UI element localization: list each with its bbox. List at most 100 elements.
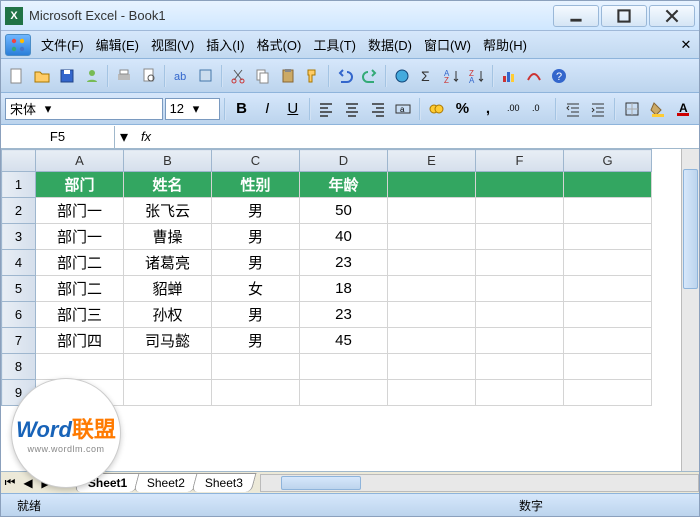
cell[interactable] xyxy=(564,302,652,328)
cell[interactable] xyxy=(36,354,124,380)
col-header[interactable]: A xyxy=(36,150,124,172)
col-header[interactable]: E xyxy=(388,150,476,172)
cell[interactable]: 部门二 xyxy=(36,250,124,276)
cell[interactable] xyxy=(124,354,212,380)
name-box-dropdown[interactable]: ▾ xyxy=(115,127,133,147)
row-header[interactable]: 4 xyxy=(2,250,36,276)
cell[interactable]: 50 xyxy=(300,198,388,224)
cell[interactable] xyxy=(476,354,564,380)
menu-item[interactable]: 工具(T) xyxy=(307,34,362,56)
cell[interactable] xyxy=(388,328,476,354)
align-left-icon[interactable] xyxy=(315,97,339,121)
cell[interactable] xyxy=(564,380,652,406)
cell[interactable]: 部门三 xyxy=(36,302,124,328)
cell[interactable] xyxy=(564,328,652,354)
cell[interactable] xyxy=(564,354,652,380)
cell[interactable] xyxy=(388,380,476,406)
cell[interactable]: 曹操 xyxy=(124,224,212,250)
cell[interactable]: 司马懿 xyxy=(124,328,212,354)
cell[interactable] xyxy=(476,380,564,406)
horizontal-scrollbar[interactable] xyxy=(260,474,699,492)
sort-desc-icon[interactable]: ZA xyxy=(465,64,489,88)
cell[interactable] xyxy=(476,302,564,328)
cell[interactable]: 部门一 xyxy=(36,198,124,224)
minimize-button[interactable] xyxy=(553,5,599,27)
underline-button[interactable]: U xyxy=(281,97,305,121)
cell[interactable] xyxy=(300,354,388,380)
menu-item[interactable]: 文件(F) xyxy=(35,34,90,56)
cell[interactable] xyxy=(476,224,564,250)
font-size-combo[interactable]: 12▾ xyxy=(165,98,220,120)
align-right-icon[interactable] xyxy=(366,97,390,121)
decrease-indent-icon[interactable] xyxy=(561,97,585,121)
cell[interactable]: 40 xyxy=(300,224,388,250)
vertical-scrollbar[interactable] xyxy=(681,149,699,471)
cell[interactable] xyxy=(388,250,476,276)
sheet-tab[interactable]: Sheet3 xyxy=(192,473,257,492)
bold-button[interactable]: B xyxy=(230,97,254,121)
col-header[interactable]: G xyxy=(564,150,652,172)
cell[interactable] xyxy=(388,198,476,224)
merge-center-icon[interactable]: a xyxy=(391,97,415,121)
permission-icon[interactable] xyxy=(80,64,104,88)
close-button[interactable] xyxy=(649,5,695,27)
cell[interactable]: 年龄 xyxy=(300,172,388,198)
office-logo-icon[interactable] xyxy=(5,34,31,56)
cell[interactable] xyxy=(476,276,564,302)
cell[interactable]: 男 xyxy=(212,198,300,224)
cell[interactable]: 部门一 xyxy=(36,224,124,250)
row-header[interactable]: 6 xyxy=(2,302,36,328)
formula-input[interactable] xyxy=(159,126,699,148)
fx-icon[interactable]: fx xyxy=(133,129,159,144)
save-icon[interactable] xyxy=(55,64,79,88)
borders-icon[interactable] xyxy=(620,97,644,121)
row-header[interactable]: 2 xyxy=(2,198,36,224)
col-header[interactable]: C xyxy=(212,150,300,172)
menu-item[interactable]: 格式(O) xyxy=(251,34,308,56)
cell[interactable] xyxy=(564,224,652,250)
cell[interactable] xyxy=(564,172,652,198)
spell-icon[interactable]: ab xyxy=(169,64,193,88)
cell[interactable] xyxy=(476,198,564,224)
cell[interactable] xyxy=(476,250,564,276)
cell[interactable] xyxy=(388,224,476,250)
drawing-icon[interactable] xyxy=(522,64,546,88)
maximize-button[interactable] xyxy=(601,5,647,27)
cell[interactable] xyxy=(564,198,652,224)
cell[interactable]: 部门四 xyxy=(36,328,124,354)
cell[interactable]: 男 xyxy=(212,250,300,276)
font-color-icon[interactable]: A xyxy=(671,97,695,121)
print-icon[interactable] xyxy=(112,64,136,88)
decrease-decimal-icon[interactable]: .0 xyxy=(527,97,551,121)
cell[interactable]: 部门 xyxy=(36,172,124,198)
row-header[interactable]: 1 xyxy=(2,172,36,198)
cell[interactable]: 18 xyxy=(300,276,388,302)
paste-icon[interactable] xyxy=(276,64,300,88)
menu-item[interactable]: 帮助(H) xyxy=(477,34,533,56)
cell[interactable]: 姓名 xyxy=(124,172,212,198)
hyperlink-icon[interactable] xyxy=(390,64,414,88)
menu-item[interactable]: 编辑(E) xyxy=(90,34,145,56)
name-box[interactable]: F5 xyxy=(1,126,115,148)
cell[interactable] xyxy=(388,302,476,328)
cell[interactable] xyxy=(476,172,564,198)
cell[interactable]: 性别 xyxy=(212,172,300,198)
cell[interactable]: 张飞云 xyxy=(124,198,212,224)
research-icon[interactable] xyxy=(194,64,218,88)
menu-item[interactable]: 视图(V) xyxy=(145,34,200,56)
cell[interactable] xyxy=(476,328,564,354)
help-icon[interactable]: ? xyxy=(547,64,571,88)
cell[interactable]: 23 xyxy=(300,250,388,276)
cell[interactable]: 诸葛亮 xyxy=(124,250,212,276)
cut-icon[interactable] xyxy=(226,64,250,88)
cell[interactable] xyxy=(388,276,476,302)
menu-item[interactable]: 插入(I) xyxy=(200,34,250,56)
cell[interactable] xyxy=(300,380,388,406)
select-all-corner[interactable] xyxy=(2,150,36,172)
col-header[interactable]: F xyxy=(476,150,564,172)
cell[interactable]: 孙权 xyxy=(124,302,212,328)
cell[interactable]: 女 xyxy=(212,276,300,302)
row-header[interactable]: 3 xyxy=(2,224,36,250)
increase-decimal-icon[interactable]: .00 xyxy=(502,97,526,121)
cell[interactable] xyxy=(212,354,300,380)
